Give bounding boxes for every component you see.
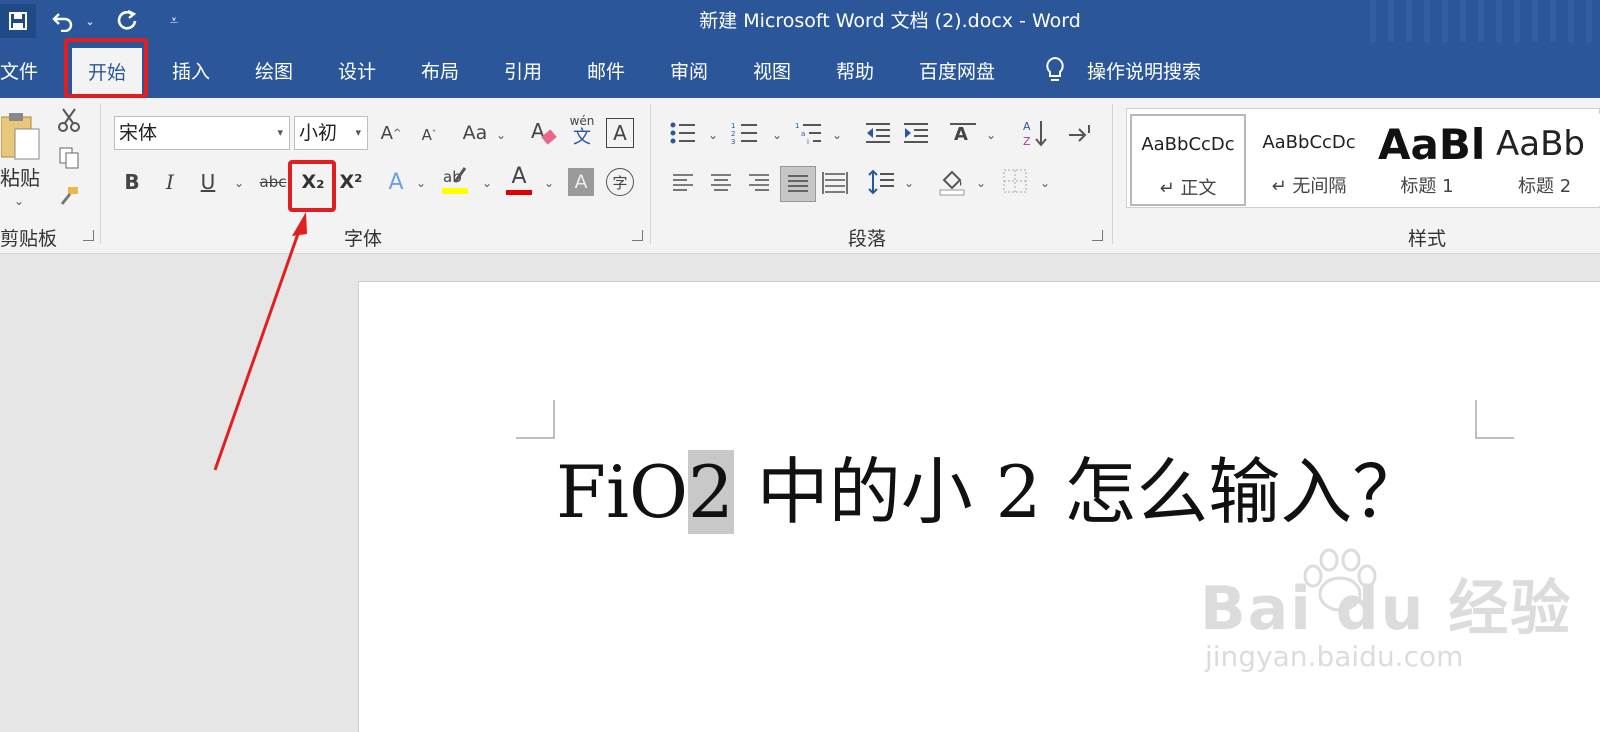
annotation-arrow [213,212,307,471]
